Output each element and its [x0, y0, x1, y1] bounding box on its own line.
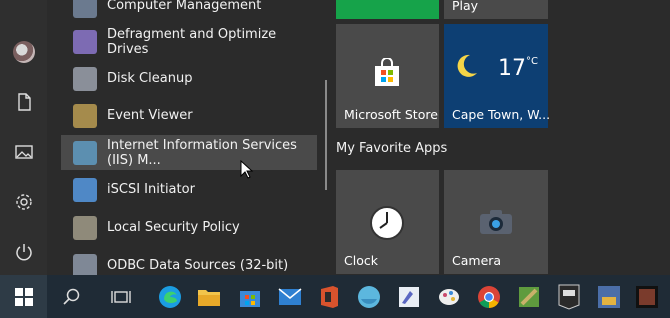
chrome-button[interactable]: [469, 275, 509, 318]
iscsi-initiator-icon: [73, 177, 97, 202]
camera-tile[interactable]: Camera: [444, 170, 548, 274]
sketch-app-button[interactable]: [389, 275, 429, 318]
weather-unit: °C: [526, 56, 538, 67]
edge-button[interactable]: [150, 275, 190, 318]
power-icon: [15, 244, 32, 261]
group-title: My Favorite Apps: [336, 141, 448, 156]
windows-logo-icon: [14, 287, 33, 306]
game2-icon: [636, 285, 658, 308]
event-viewer-icon: [73, 103, 97, 128]
epic-games-button[interactable]: [549, 275, 589, 318]
user-account-button[interactable]: [0, 28, 47, 76]
play-tile-label: Play: [452, 0, 479, 13]
list-item[interactable]: Disk Cleanup: [61, 61, 317, 96]
moon-icon: [457, 54, 477, 77]
list-item-label: Local Security Policy: [107, 220, 240, 235]
microsoft-store-icon: [375, 58, 399, 86]
app-list: Computer Management Defragment and Optim…: [47, 0, 330, 278]
play-tile[interactable]: Play: [444, 0, 548, 19]
sketch-app-icon: [399, 286, 419, 307]
clock-icon: [370, 206, 404, 240]
microsoft-store-label: Microsoft Store: [344, 107, 438, 122]
list-item-label: Internet Information Services (IIS) M...: [107, 137, 297, 168]
weather-city: Cape Town, W...: [452, 107, 551, 122]
weather-temperature: 17: [498, 56, 526, 81]
list-item-label: iSCSI Initiator: [107, 182, 195, 197]
computer-management-icon: [73, 0, 97, 18]
settings-icon: [15, 194, 32, 210]
minecraft-button[interactable]: [509, 275, 549, 318]
disk-cleanup-icon: [73, 66, 97, 91]
app-list-scrollbar[interactable]: [325, 80, 327, 190]
start-button[interactable]: [0, 275, 47, 318]
mail-button[interactable]: [270, 275, 310, 318]
power-button[interactable]: [0, 228, 47, 276]
list-item-label: Event Viewer: [107, 108, 193, 123]
camera-icon: [480, 210, 512, 234]
minecraft-icon: [519, 286, 539, 307]
task-view-button[interactable]: [101, 275, 141, 318]
documents-icon: [17, 93, 31, 111]
user-avatar: [12, 41, 35, 63]
list-item-selected[interactable]: Internet Information Services (IIS) M...: [61, 135, 317, 170]
mail-icon: [278, 287, 302, 305]
game2-button[interactable]: [627, 275, 667, 318]
search-button[interactable]: [52, 275, 92, 318]
task-view-icon: [111, 290, 131, 303]
start-menu-rail: [0, 0, 47, 275]
list-item[interactable]: iSCSI Initiator: [61, 172, 317, 207]
file-explorer-icon: [198, 289, 220, 306]
list-item[interactable]: Local Security Policy: [61, 210, 317, 245]
edge-icon: [159, 285, 181, 308]
clock-tile[interactable]: Clock: [336, 170, 439, 274]
list-item-label: Computer Management: [107, 0, 262, 13]
microsoft-store-tile[interactable]: Microsoft Store: [336, 24, 439, 128]
weather-tile[interactable]: 17 °C Cape Town, W...: [444, 24, 551, 128]
security-policy-icon: [73, 215, 97, 240]
store-taskbar-button[interactable]: [230, 275, 270, 318]
paint-button[interactable]: [429, 275, 469, 318]
game-button[interactable]: [589, 275, 629, 318]
taskbar: [0, 275, 670, 318]
list-item[interactable]: Event Viewer: [61, 98, 317, 133]
search-icon: [63, 288, 80, 305]
chrome-icon: [478, 285, 500, 308]
epic-games-icon: [558, 284, 580, 310]
list-item-label: Disk Cleanup: [107, 71, 193, 86]
documents-button[interactable]: [0, 78, 47, 126]
list-item-label: ODBC Data Sources (32-bit): [107, 258, 289, 273]
app-circle-button[interactable]: [349, 275, 389, 318]
iis-manager-icon: [73, 140, 97, 165]
odbc-icon: [73, 253, 97, 278]
app-circle-icon: [358, 285, 380, 308]
microsoft-store-icon: [240, 290, 260, 307]
mouse-cursor-icon: [240, 160, 254, 179]
office-button[interactable]: [309, 275, 349, 318]
camera-label: Camera: [452, 253, 502, 268]
paint-icon: [439, 288, 459, 305]
file-explorer-button[interactable]: [189, 275, 229, 318]
list-item[interactable]: Computer Management: [61, 0, 317, 23]
list-item-label: Defragment and Optimize Drives: [107, 26, 277, 57]
clock-label: Clock: [344, 253, 378, 268]
green-tile[interactable]: [336, 0, 439, 19]
settings-button[interactable]: [0, 178, 47, 226]
list-item[interactable]: Defragment and Optimize Drives: [61, 24, 317, 59]
defragment-icon: [73, 29, 97, 54]
game-icon: [598, 285, 620, 308]
office-icon: [321, 285, 338, 308]
pictures-icon: [14, 145, 33, 159]
pictures-button[interactable]: [0, 128, 47, 176]
